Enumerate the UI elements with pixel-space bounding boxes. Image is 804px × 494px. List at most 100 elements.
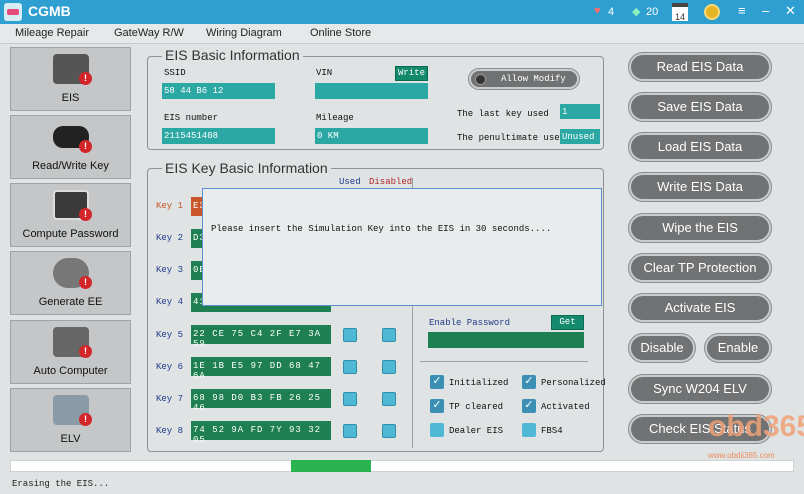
personalized-checkbox: ✓ bbox=[522, 375, 536, 389]
key-6-field[interactable]: 1E 1B E5 97 DD 68 47 6A bbox=[191, 357, 331, 381]
sidebar-item-compute-password[interactable]: ! Compute Password bbox=[10, 183, 131, 247]
minimize-icon[interactable]: – bbox=[762, 3, 769, 18]
app-logo-icon bbox=[4, 3, 22, 21]
key-7-field[interactable]: 68 98 D0 B3 FB 26 25 46 bbox=[191, 389, 331, 413]
alert-badge-icon: ! bbox=[79, 208, 92, 221]
sidebar-item-generate-ee[interactable]: ! Generate EE bbox=[10, 251, 131, 315]
progress-bar bbox=[10, 460, 794, 472]
eis-number-label: EIS number bbox=[164, 113, 219, 123]
sidebar-label: Auto Computer bbox=[33, 365, 108, 377]
eis-key-info-title: EIS Key Basic Information bbox=[162, 160, 331, 176]
heart-icon: ♥ bbox=[594, 5, 601, 17]
clear-tp-protection-button[interactable]: Clear TP Protection bbox=[629, 254, 771, 282]
eis-number-field[interactable]: 2115451408 bbox=[162, 128, 275, 144]
dealer-eis-checkbox bbox=[430, 423, 444, 437]
mileage-label: Mileage bbox=[316, 113, 354, 123]
key-3-label: Key 3 bbox=[156, 265, 184, 275]
key-5-label: Key 5 bbox=[156, 330, 184, 340]
activated-checkbox: ✓ bbox=[522, 399, 536, 413]
menu-mileage-repair[interactable]: Mileage Repair bbox=[15, 27, 89, 39]
key-5-disabled-checkbox[interactable] bbox=[382, 328, 396, 342]
disabled-column-header: Disabled bbox=[369, 177, 413, 187]
menu-wiring-diagram[interactable]: Wiring Diagram bbox=[206, 27, 282, 39]
sidebar-label: Generate EE bbox=[38, 296, 103, 308]
activated-label: Activated bbox=[541, 402, 590, 412]
mileage-field[interactable]: 0 KM bbox=[315, 128, 428, 144]
status-text: Erasing the EIS... bbox=[12, 479, 110, 489]
menu-online-store[interactable]: Online Store bbox=[310, 27, 371, 39]
ssid-field[interactable]: 58 44 B6 12 bbox=[162, 83, 275, 99]
key-6-used-checkbox[interactable] bbox=[343, 360, 357, 374]
enable-password-field[interactable] bbox=[428, 332, 584, 348]
penultimate-key-field: Unused bbox=[560, 129, 600, 144]
key-5-field[interactable]: 22 CE 75 C4 2F E7 3A 59 bbox=[191, 325, 331, 349]
enable-button[interactable]: Enable bbox=[705, 334, 771, 362]
allow-modify-label: Allow Modify bbox=[501, 74, 566, 84]
key-8-field[interactable]: 74 52 9A FD 7Y 93 32 05 bbox=[191, 421, 331, 445]
gem-icon: ◆ bbox=[632, 6, 641, 18]
initialized-label: Initialized bbox=[449, 378, 509, 388]
save-eis-data-button[interactable]: Save EIS Data bbox=[629, 93, 771, 121]
allow-modify-toggle[interactable]: Allow Modify bbox=[469, 69, 579, 89]
ssid-label: SSID bbox=[164, 68, 186, 78]
key-8-disabled-checkbox[interactable] bbox=[382, 424, 396, 438]
fbs4-label: FBS4 bbox=[541, 426, 563, 436]
vin-field[interactable] bbox=[315, 83, 428, 99]
write-eis-data-button[interactable]: Write EIS Data bbox=[629, 173, 771, 201]
sidebar-item-read-write-key[interactable]: ! Read/Write Key bbox=[10, 115, 131, 179]
notification-count: 4 bbox=[608, 6, 615, 18]
sidebar-label: ELV bbox=[60, 433, 81, 445]
vin-label: VIN bbox=[316, 68, 333, 78]
sidebar-item-auto-computer[interactable]: ! Auto Computer bbox=[10, 320, 131, 384]
last-key-field: 1 bbox=[560, 104, 600, 119]
title-bar: CGMB ♥ 4 ◆ 20 14 ≡ – ✕ bbox=[0, 0, 804, 24]
sidebar-label: EIS bbox=[61, 92, 80, 104]
calendar-icon[interactable]: 14 bbox=[672, 3, 688, 22]
insert-key-dialog: Please insert the Simulation Key into th… bbox=[202, 188, 602, 306]
key-8-label: Key 8 bbox=[156, 426, 184, 436]
toggle-knob-icon bbox=[475, 74, 486, 85]
key-6-label: Key 6 bbox=[156, 362, 184, 372]
last-key-label: The last key used bbox=[457, 109, 549, 119]
alert-badge-icon: ! bbox=[79, 276, 92, 289]
sync-w204-elv-button[interactable]: Sync W204 ELV bbox=[629, 375, 771, 403]
sidebar-label: Compute Password bbox=[22, 228, 119, 240]
medal-icon[interactable] bbox=[704, 4, 720, 20]
activate-eis-button[interactable]: Activate EIS bbox=[629, 294, 771, 322]
personalized-label: Personalized bbox=[541, 378, 606, 388]
key-7-label: Key 7 bbox=[156, 394, 184, 404]
calendar-day: 14 bbox=[674, 12, 685, 22]
tp-cleared-label: TP cleared bbox=[449, 402, 504, 412]
watermark-logo: obd365 bbox=[708, 410, 804, 443]
write-button[interactable]: Write bbox=[395, 66, 428, 81]
read-eis-data-button[interactable]: Read EIS Data bbox=[629, 53, 771, 81]
penultimate-key-label: The penultimate used bbox=[457, 133, 566, 143]
wipe-eis-button[interactable]: Wipe the EIS bbox=[629, 214, 771, 242]
key-7-disabled-checkbox[interactable] bbox=[382, 392, 396, 406]
load-eis-data-button[interactable]: Load EIS Data bbox=[629, 133, 771, 161]
get-button[interactable]: Get bbox=[551, 315, 584, 330]
initialized-checkbox: ✓ bbox=[430, 375, 444, 389]
key-1-label: Key 1 bbox=[156, 201, 184, 211]
key-7-used-checkbox[interactable] bbox=[343, 392, 357, 406]
used-column-header: Used bbox=[339, 177, 361, 187]
alert-badge-icon: ! bbox=[79, 72, 92, 85]
progress-fill bbox=[291, 460, 371, 472]
menu-gateway-rw[interactable]: GateWay R/W bbox=[114, 27, 184, 39]
sidebar-label: Read/Write Key bbox=[32, 160, 109, 172]
key-4-label: Key 4 bbox=[156, 297, 184, 307]
sidebar-item-eis[interactable]: ! EIS bbox=[10, 47, 131, 111]
close-icon[interactable]: ✕ bbox=[785, 3, 796, 19]
watermark-url: www.obdii365.com bbox=[708, 451, 775, 460]
menu-icon[interactable]: ≡ bbox=[738, 3, 746, 18]
sidebar-item-elv[interactable]: ! ELV bbox=[10, 388, 131, 452]
gem-count: 20 bbox=[646, 6, 659, 18]
disable-button[interactable]: Disable bbox=[629, 334, 695, 362]
eis-basic-info-title: EIS Basic Information bbox=[162, 47, 303, 63]
key-8-used-checkbox[interactable] bbox=[343, 424, 357, 438]
divider bbox=[420, 361, 588, 362]
key-6-disabled-checkbox[interactable] bbox=[382, 360, 396, 374]
key-5-used-checkbox[interactable] bbox=[343, 328, 357, 342]
enable-password-label: Enable Password bbox=[429, 318, 511, 328]
alert-badge-icon: ! bbox=[79, 413, 92, 426]
